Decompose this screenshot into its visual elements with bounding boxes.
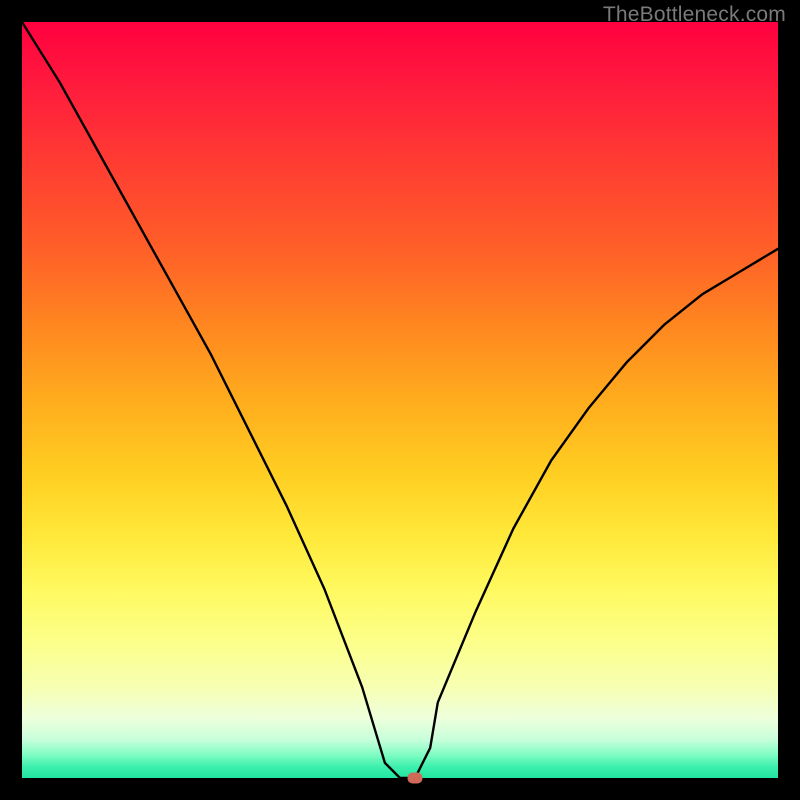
plot-area	[22, 22, 778, 778]
chart-frame: TheBottleneck.com	[0, 0, 800, 800]
curve-path	[22, 22, 778, 778]
optimum-marker	[408, 773, 423, 784]
bottleneck-curve	[22, 22, 778, 778]
